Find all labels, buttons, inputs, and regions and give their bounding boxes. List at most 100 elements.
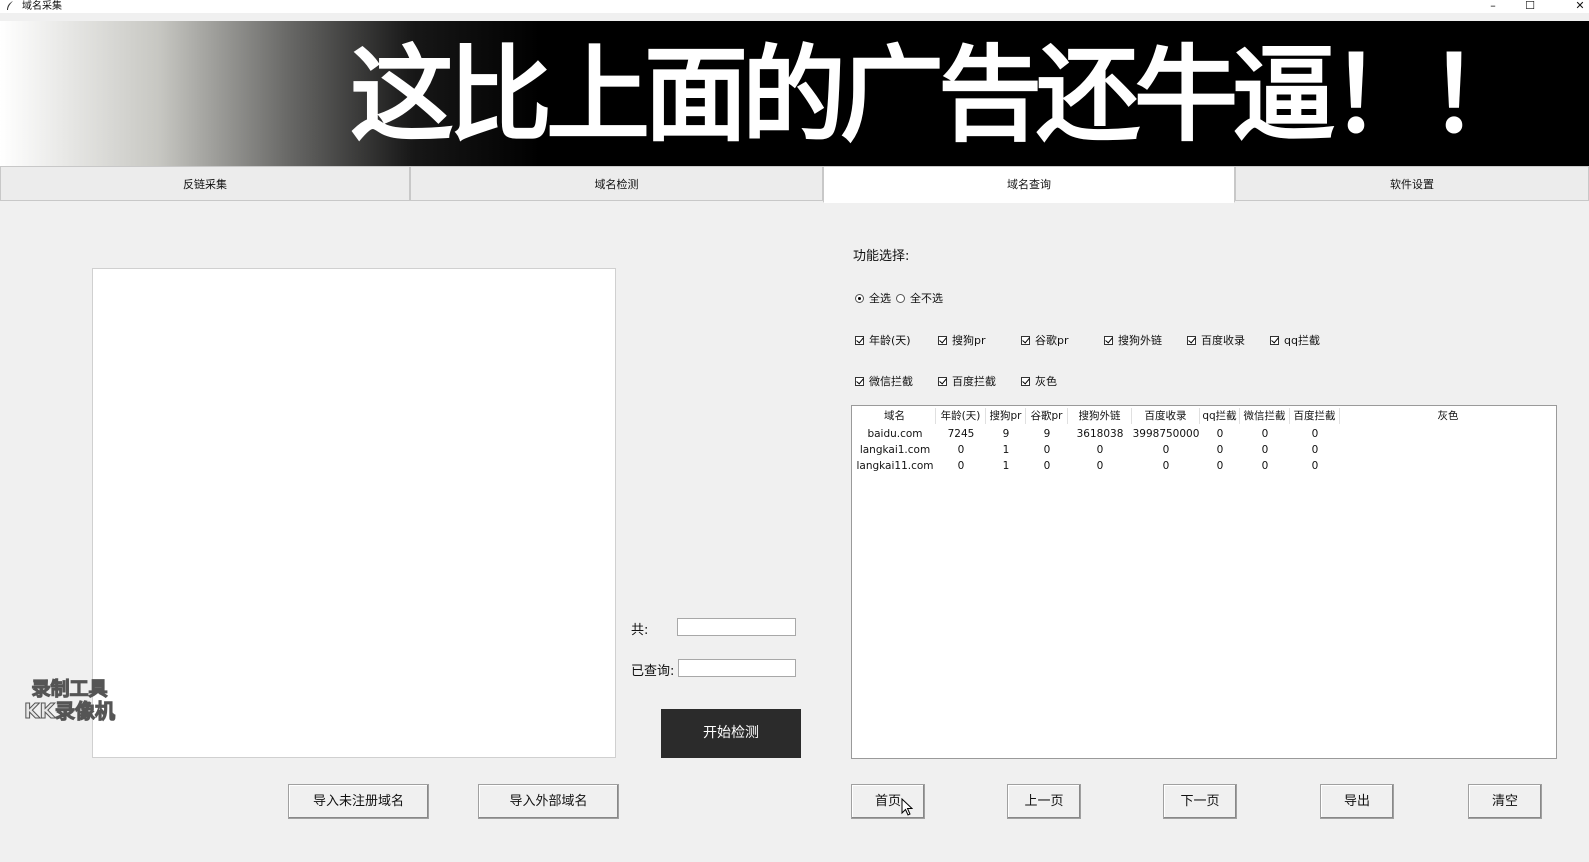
radio-select-all[interactable]: 全选: [855, 290, 891, 306]
col-header-gray[interactable]: 灰色: [1340, 408, 1556, 424]
cell-sogou-pr: 1: [1002, 460, 1010, 472]
checkbox-label: 谷歌pr: [1035, 334, 1069, 347]
cell-sogou-backlinks: 0: [1096, 444, 1104, 456]
cell-google-pr: 0: [1043, 460, 1051, 472]
col-header-baidu-block[interactable]: 百度拦截: [1290, 408, 1340, 424]
checkbox-indicator: [1270, 335, 1279, 345]
total-field[interactable]: [677, 618, 796, 636]
checkbox-indicator: [855, 335, 864, 345]
checkbox-indicator: [1021, 335, 1030, 345]
minimize-button[interactable]: –: [1483, 0, 1503, 12]
cell-google-pr: 0: [1043, 444, 1051, 456]
checkbox-baidu-block[interactable]: 百度拦截: [938, 373, 996, 389]
checkbox-qq-block[interactable]: qq拦截: [1270, 332, 1320, 348]
window-title: 域名采集: [22, 1, 62, 12]
checkbox-sogou-backlinks[interactable]: 搜狗外链: [1104, 332, 1162, 348]
col-header-google-pr[interactable]: 谷歌pr: [1026, 408, 1068, 424]
watermark-line1: 录制工具: [31, 678, 108, 701]
radio-label: 全选: [869, 292, 891, 305]
recorder-watermark: 录制工具 KK录像机: [24, 678, 116, 723]
cell-baidu-index: 0: [1162, 444, 1170, 456]
cell-sogou-pr: 1: [1002, 444, 1010, 456]
checkbox-label: 百度收录: [1201, 334, 1245, 347]
maximize-button[interactable]: ☐: [1520, 0, 1540, 12]
checkbox-indicator: [855, 376, 864, 386]
cell-age: 0: [957, 460, 965, 472]
tab-software-settings[interactable]: 软件设置: [1235, 166, 1589, 201]
export-button[interactable]: 导出: [1320, 784, 1394, 819]
col-header-qq-block[interactable]: qq拦截: [1200, 408, 1240, 424]
function-select-label: 功能选择:: [853, 249, 910, 264]
import-external-button[interactable]: 导入外部域名: [478, 784, 619, 819]
checkbox-gray[interactable]: 灰色: [1021, 373, 1057, 389]
next-page-button[interactable]: 下一页: [1163, 784, 1237, 819]
cell-qq-block: 0: [1216, 428, 1224, 440]
radio-indicator: [855, 293, 864, 303]
col-header-age[interactable]: 年龄(天): [936, 408, 986, 424]
col-header-baidu-index[interactable]: 百度收录: [1132, 408, 1200, 424]
cell-wechat-block: 0: [1261, 460, 1269, 472]
cell-domain: langkai1.com: [859, 444, 931, 456]
title-bar: 域名采集 – ☐ ✕: [0, 0, 1589, 13]
cell-baidu-index: 0: [1162, 460, 1170, 472]
cell-domain: baidu.com: [867, 428, 923, 440]
checkbox-wechat-block[interactable]: 微信拦截: [855, 373, 913, 389]
cell-baidu-block: 0: [1311, 460, 1319, 472]
checkbox-indicator: [938, 376, 947, 386]
checkbox-label: 年龄(天): [869, 334, 911, 347]
cell-wechat-block: 0: [1261, 428, 1269, 440]
checkbox-label: 灰色: [1035, 375, 1057, 388]
checkbox-indicator: [1187, 335, 1196, 345]
tab-domain-query[interactable]: 域名查询: [823, 166, 1235, 203]
cell-wechat-block: 0: [1261, 444, 1269, 456]
checkbox-indicator: [1104, 335, 1113, 345]
clear-button[interactable]: 清空: [1468, 784, 1542, 819]
mouse-cursor-icon: [901, 798, 913, 816]
cell-gray: [1340, 442, 1556, 458]
watermark-line2: KK录像机: [24, 699, 116, 723]
ad-banner: 这比上面的广告还牛逼！！: [0, 21, 1589, 166]
feather-icon: [7, 1, 13, 10]
checkbox-age[interactable]: 年龄(天): [855, 332, 911, 348]
checkbox-sogou-pr[interactable]: 搜狗pr: [938, 332, 986, 348]
cell-age: 7245: [947, 428, 975, 440]
radio-indicator: [896, 293, 905, 303]
cell-sogou-pr: 9: [1002, 428, 1010, 440]
banner-text: 这比上面的广告还牛逼！！: [350, 34, 1532, 156]
cell-baidu-block: 0: [1311, 428, 1319, 440]
col-header-domain[interactable]: 域名: [854, 408, 936, 424]
radio-select-none[interactable]: 全不选: [896, 290, 943, 306]
queried-label: 已查询:: [631, 664, 675, 679]
checkbox-baidu-index[interactable]: 百度收录: [1187, 332, 1245, 348]
total-label: 共:: [631, 623, 649, 638]
col-header-wechat-block[interactable]: 微信拦截: [1240, 408, 1290, 424]
cell-baidu-block: 0: [1311, 444, 1319, 456]
close-button[interactable]: ✕: [1570, 0, 1589, 12]
col-header-sogou-backlinks[interactable]: 搜狗外链: [1068, 408, 1132, 424]
cell-google-pr: 9: [1043, 428, 1051, 440]
cell-qq-block: 0: [1216, 444, 1224, 456]
checkbox-label: 微信拦截: [869, 375, 913, 388]
tab-domain-check[interactable]: 域名检测: [410, 166, 823, 201]
cell-baidu-index: 3998750000: [1132, 428, 1200, 440]
start-check-button[interactable]: 开始检测: [661, 709, 801, 758]
col-header-sogou-pr[interactable]: 搜狗pr: [986, 408, 1026, 424]
results-table[interactable]: 域名 年龄(天) 搜狗pr 谷歌pr 搜狗外链 百度收录 qq拦截 微信拦截 百…: [851, 405, 1557, 759]
cell-domain: langkai11.com: [856, 460, 934, 472]
checkbox-label: 搜狗pr: [952, 334, 986, 347]
cell-age: 0: [957, 444, 965, 456]
prev-page-button[interactable]: 上一页: [1007, 784, 1081, 819]
checkbox-label: qq拦截: [1284, 334, 1320, 347]
cell-gray: [1340, 458, 1556, 474]
cell-qq-block: 0: [1216, 460, 1224, 472]
checkbox-indicator: [938, 335, 947, 345]
radio-label: 全不选: [910, 292, 943, 305]
import-unregistered-button[interactable]: 导入未注册域名: [288, 784, 429, 819]
domain-list-textbox[interactable]: [92, 268, 616, 758]
checkbox-google-pr[interactable]: 谷歌pr: [1021, 332, 1069, 348]
cell-sogou-backlinks: 3618038: [1076, 428, 1124, 440]
tab-backlink-collect[interactable]: 反链采集: [0, 166, 410, 201]
cell-gray: [1340, 426, 1556, 442]
queried-field[interactable]: [678, 659, 796, 677]
first-page-button[interactable]: 首页: [851, 784, 925, 819]
